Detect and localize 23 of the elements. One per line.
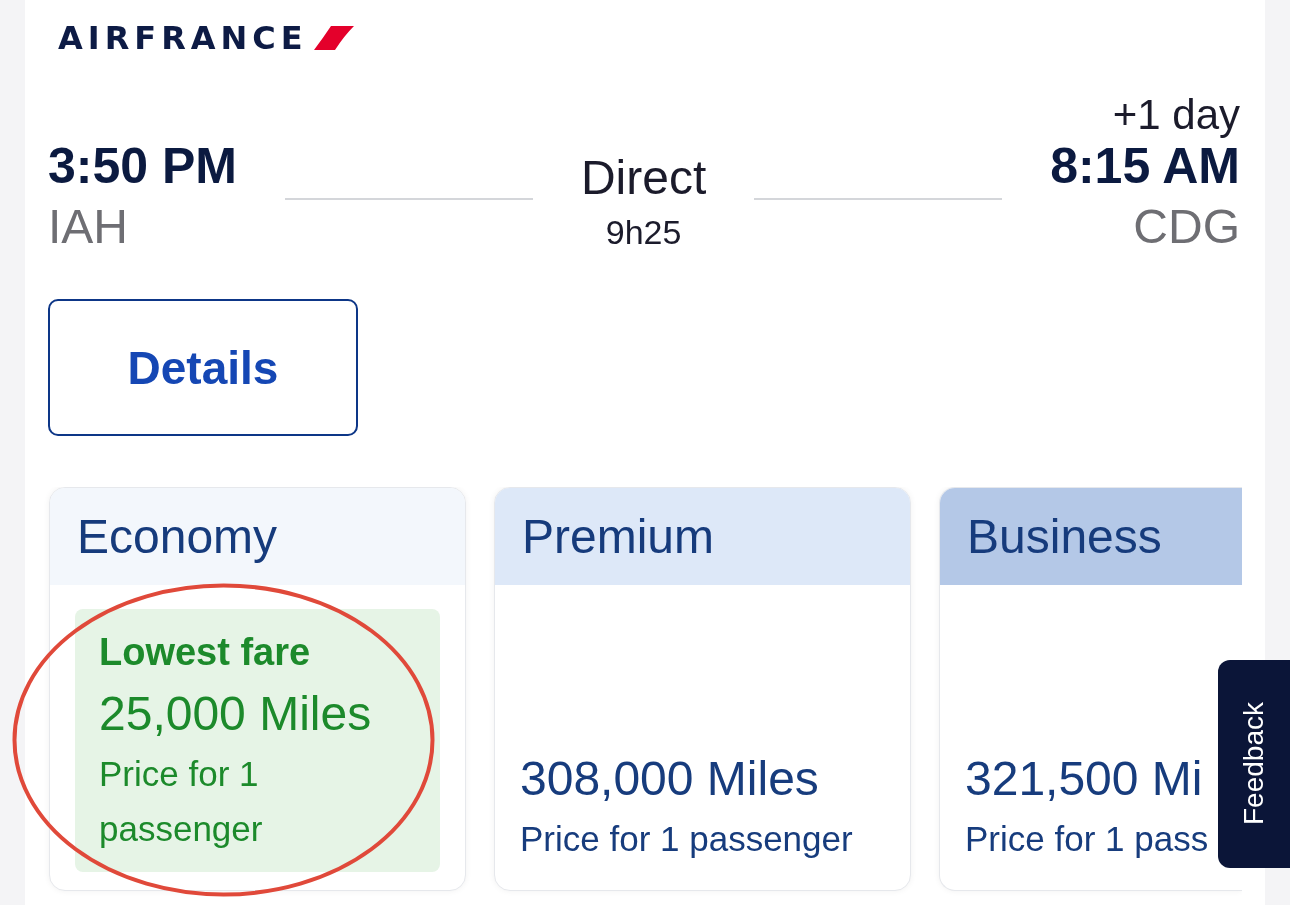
fare-note: Price for 1 passenger bbox=[99, 753, 264, 850]
feedback-tab[interactable]: Feedback bbox=[1218, 660, 1290, 868]
cabin-header: Business bbox=[940, 488, 1242, 585]
flight-duration: 9h25 bbox=[605, 212, 682, 253]
cabin-header: Economy bbox=[50, 488, 465, 585]
fare-price: 308,000 Miles bbox=[520, 750, 820, 807]
stops-label: Direct bbox=[580, 150, 707, 207]
day-offset: +1 day bbox=[1112, 91, 1240, 139]
fare-note: Price for 1 passenger bbox=[520, 817, 854, 860]
fare-price: 321,500 Mi bbox=[965, 750, 1204, 807]
slash-icon bbox=[313, 26, 354, 50]
fare-card[interactable]: Premium 308,000 Miles Price for 1 passenger bbox=[494, 487, 911, 891]
departure-time: 3:50 PM bbox=[48, 138, 237, 196]
logo-text: AIRFRANCE bbox=[58, 22, 308, 54]
details-button[interactable]: Details bbox=[48, 299, 358, 436]
fare-card[interactable]: Business 321,500 Mi Price for 1 pass bbox=[939, 487, 1242, 891]
cabin-header: Premium bbox=[495, 488, 910, 585]
fare-note: Price for 1 pass bbox=[965, 817, 1210, 860]
fare-price: 25,000 Miles bbox=[99, 686, 373, 743]
arrival-time: 8:15 AM bbox=[1050, 138, 1240, 196]
departure-airport: IAH bbox=[48, 198, 129, 255]
arrival-airport: CDG bbox=[1133, 198, 1240, 255]
fare-tag: Lowest fare bbox=[99, 625, 416, 681]
